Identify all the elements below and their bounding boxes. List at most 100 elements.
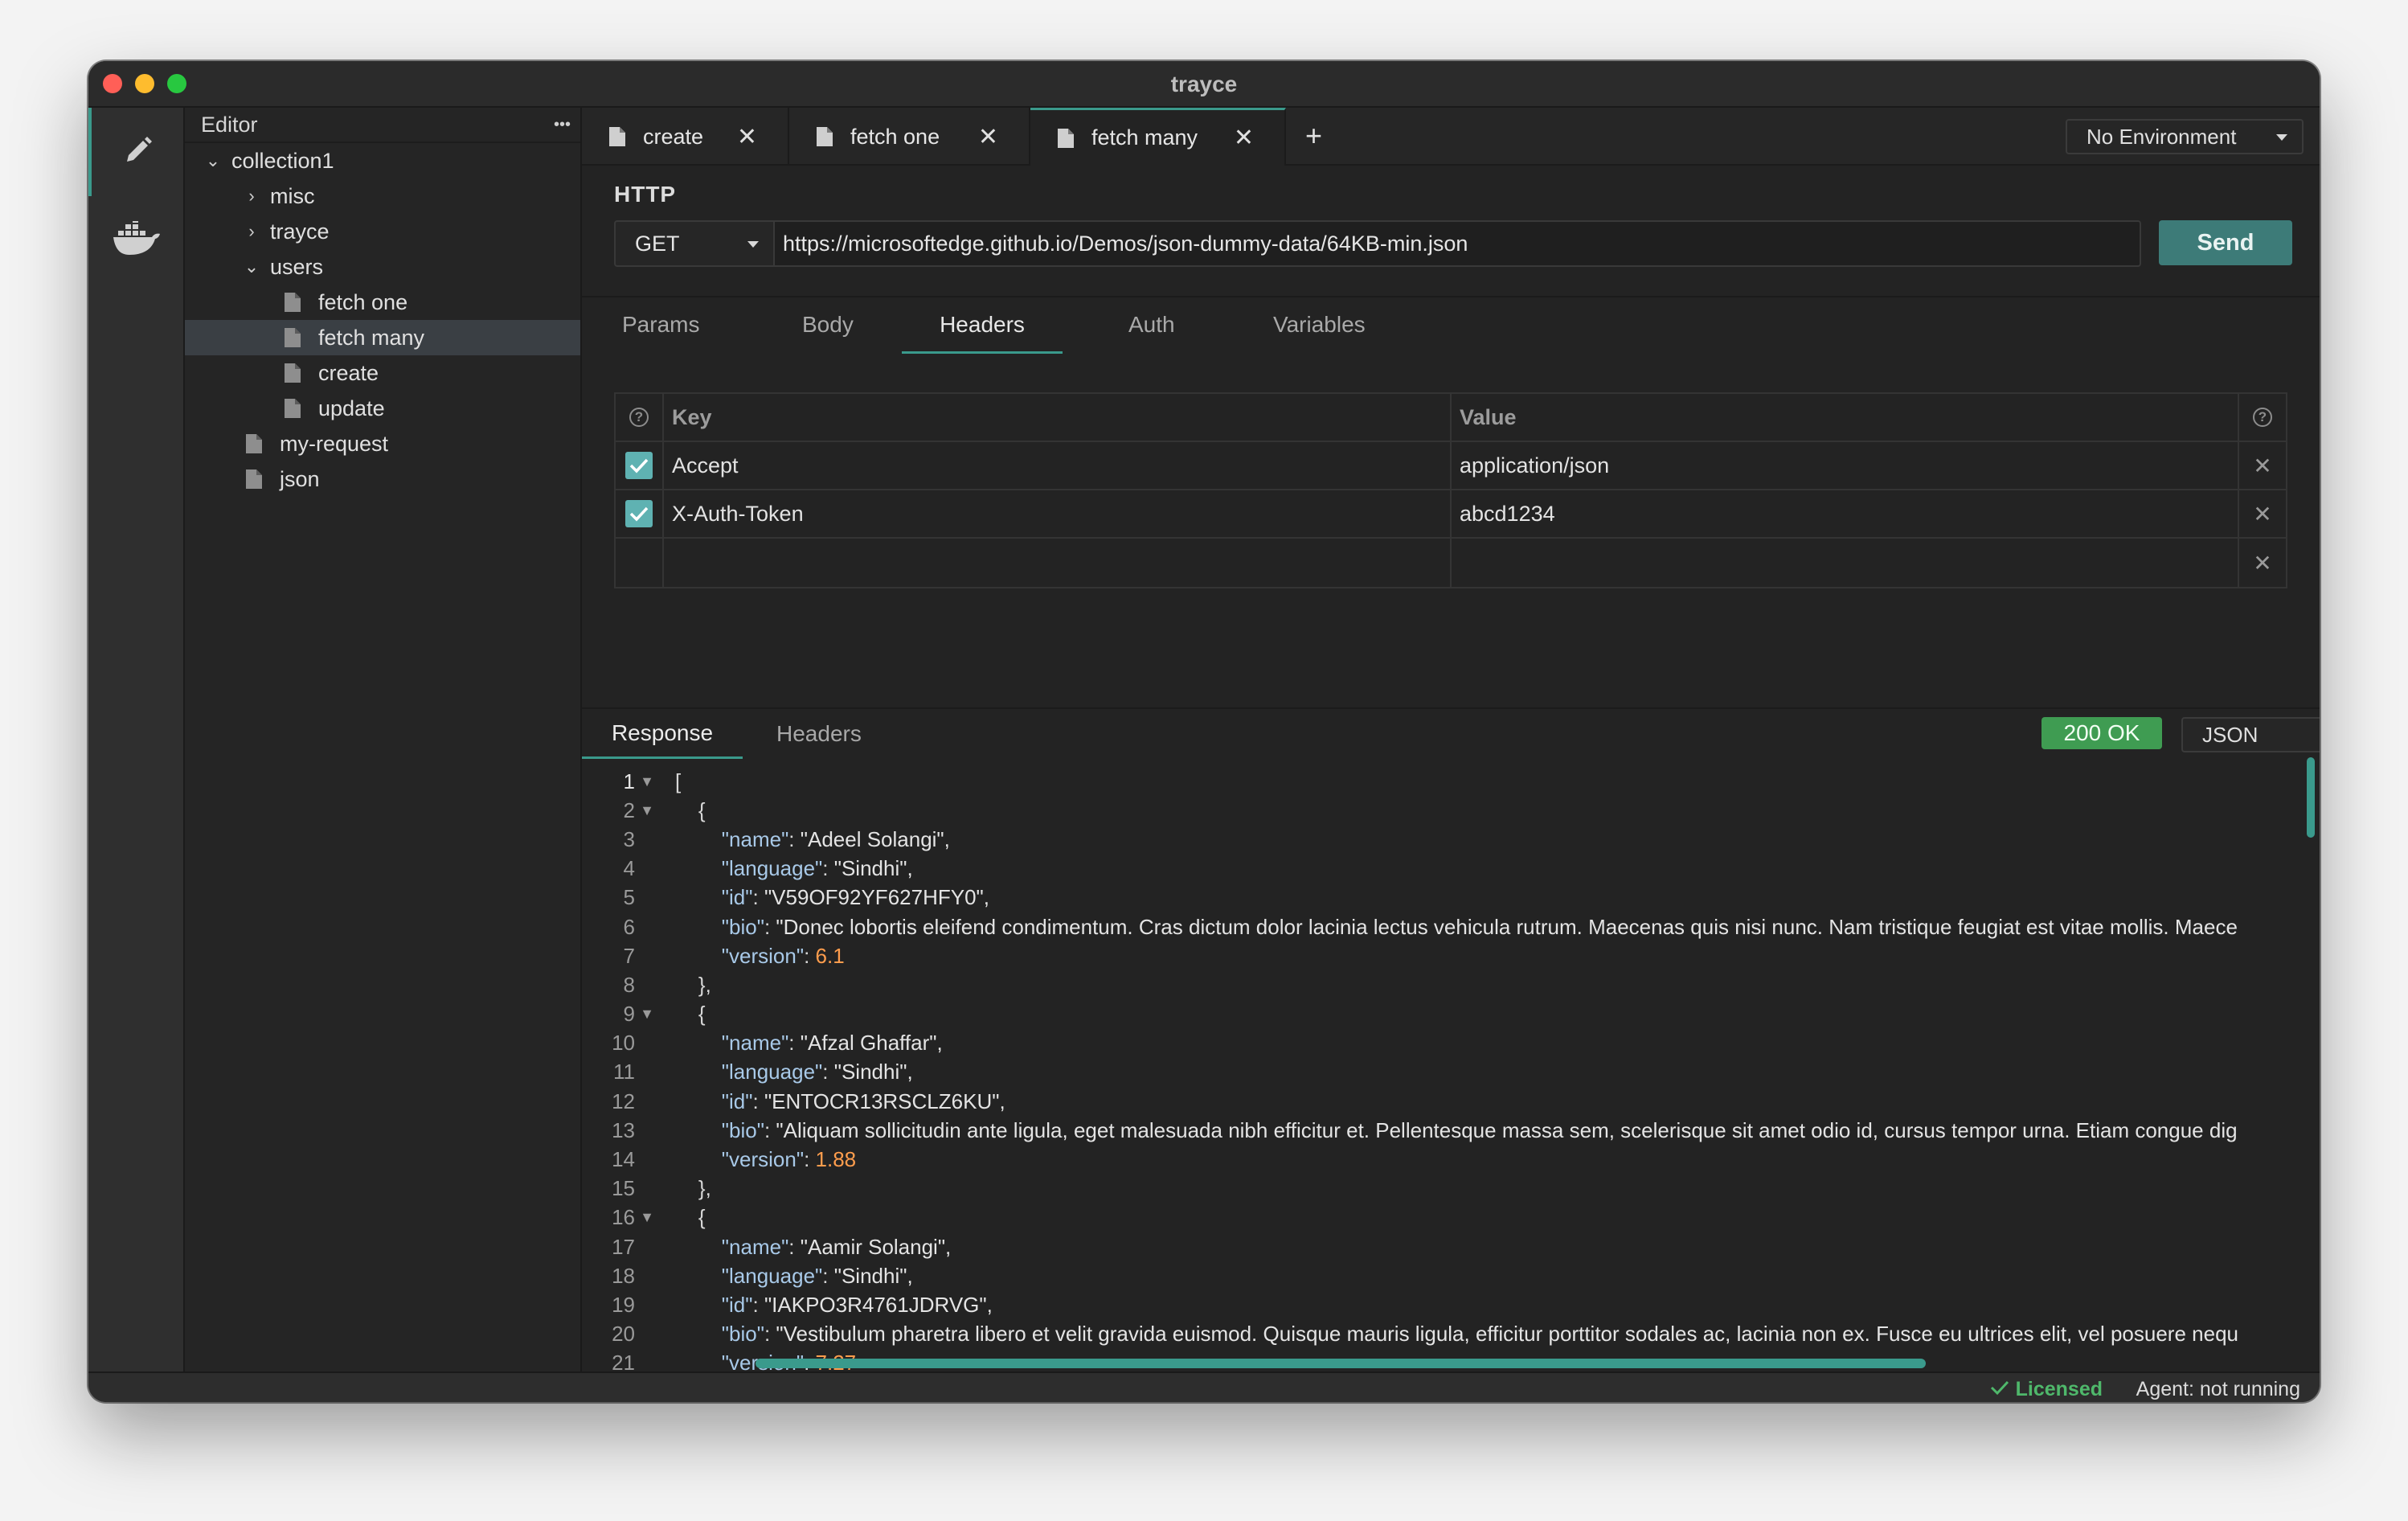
code-line: 7 "version": 6.1 [582, 941, 2320, 970]
main-panel: create ✕ fetch one ✕ fetch many ✕ + No E… [582, 108, 2320, 1371]
header-value-input[interactable]: abcd1234 [1452, 490, 2239, 537]
code-text: "name": "Aamir Solangi", [721, 1234, 952, 1259]
tree-item-my-request[interactable]: my-request [185, 426, 580, 461]
tree-item-create[interactable]: create [185, 355, 580, 391]
header-key-input[interactable]: Accept [664, 442, 1452, 489]
close-icon[interactable]: ✕ [2239, 490, 2286, 537]
code-line: 1 ▼ [ [582, 767, 2320, 796]
close-icon[interactable]: ✕ [978, 123, 998, 151]
code-text: "bio": "Vestibulum pharetra libero et ve… [721, 1322, 2238, 1347]
tree-item-json[interactable]: json [185, 461, 580, 497]
code-text: { [675, 1205, 706, 1230]
close-icon[interactable]: ✕ [2239, 539, 2286, 587]
tree-item-collection1[interactable]: ⌄ collection1 [185, 143, 580, 178]
code-line: 12 "id": "ENTOCR13RSCLZ6KU", [582, 1087, 2320, 1116]
line-number: 6 [623, 914, 635, 939]
fold-toggle-icon[interactable]: ▼ [635, 773, 659, 790]
close-icon[interactable]: ✕ [1234, 124, 1254, 152]
close-icon[interactable]: ✕ [737, 123, 757, 151]
code-line: 11 "language": "Sindhi", [582, 1058, 2320, 1087]
header-value-input[interactable]: application/json [1452, 442, 2239, 489]
file-icon [285, 399, 301, 418]
agent-status: Agent: not running [2136, 1378, 2300, 1400]
tree-item-label: fetch many [318, 325, 425, 350]
docker-activity-button[interactable] [88, 196, 185, 285]
method-select[interactable]: GET [614, 220, 775, 267]
license-label: Licensed [2015, 1378, 2103, 1400]
tree-item-fetch-one[interactable]: fetch one [185, 285, 580, 320]
tree-item-update[interactable]: update [185, 391, 580, 426]
file-icon [609, 127, 625, 146]
tree-item-misc[interactable]: › misc [185, 178, 580, 214]
section-label: HTTP [614, 182, 677, 207]
response-body[interactable]: 1 ▼[2 ▼ {3 "name": "Adeel Solangi", 4 "lang… [582, 767, 2320, 1371]
tab-create[interactable]: create ✕ [582, 108, 789, 166]
help-icon[interactable]: ? [2253, 408, 2272, 427]
header-value-input[interactable] [1452, 539, 2239, 587]
more-options-icon[interactable]: ••• [554, 116, 571, 134]
sidebar-header: Editor ••• [185, 108, 580, 143]
code-line: 16 ▼ { [582, 1203, 2320, 1232]
tab-label: create [643, 124, 704, 149]
tab-fetch-one[interactable]: fetch one ✕ [789, 108, 1030, 166]
horizontal-scrollbar[interactable] [756, 1359, 1926, 1368]
sidebar-title: Editor [201, 112, 258, 137]
file-icon [1058, 128, 1074, 148]
tree-item-users[interactable]: ⌄ users [185, 249, 580, 285]
close-icon[interactable]: ✕ [2239, 442, 2286, 489]
tree-item-trayce[interactable]: › trayce [185, 214, 580, 249]
format-value: JSON [2202, 722, 2259, 747]
tree-item-label: create [318, 360, 379, 385]
tab-bar: create ✕ fetch one ✕ fetch many ✕ + No E… [582, 108, 2320, 166]
tab-params[interactable]: Params [622, 312, 699, 354]
chevron-right-icon: › [248, 186, 255, 206]
tab-auth[interactable]: Auth [1128, 312, 1175, 354]
app-window: trayce Editor ••• ⌄ collection1 › misc ›… [88, 61, 2320, 1402]
header-key-input[interactable] [664, 539, 1452, 587]
tab-fetch-many[interactable]: fetch many ✕ [1030, 108, 1286, 166]
code-text: }, [675, 972, 711, 997]
tree-item-label: fetch one [318, 289, 408, 314]
code-text: "language": "Sindhi", [721, 1060, 913, 1084]
table-row: ✕ [616, 539, 2286, 587]
table-row: Accept application/json ✕ [616, 442, 2286, 490]
editor-activity-button[interactable] [88, 108, 185, 196]
fold-toggle-icon[interactable]: ▼ [635, 802, 659, 819]
url-input[interactable]: https://microsoftedge.github.io/Demos/js… [775, 220, 2141, 267]
code-line: 10 "name": "Afzal Ghaffar", [582, 1029, 2320, 1058]
fold-toggle-icon[interactable]: ▼ [635, 1209, 659, 1226]
title-bar: trayce [88, 61, 2320, 108]
vertical-scrollbar[interactable] [2307, 757, 2315, 838]
code-text: "version": 6.1 [721, 943, 845, 968]
chevron-down-icon: ⌄ [244, 256, 260, 277]
plus-icon[interactable]: + [1305, 119, 1322, 153]
environment-select[interactable]: No Environment [2066, 119, 2304, 154]
code-line: 17 "name": "Aamir Solangi", [582, 1232, 2320, 1261]
code-text: { [675, 1002, 706, 1027]
tab-response-headers[interactable]: Headers [776, 709, 862, 759]
line-number: 15 [612, 1176, 635, 1201]
tab-body[interactable]: Body [802, 312, 854, 354]
header-key-input[interactable]: X-Auth-Token [664, 490, 1452, 537]
tab-headers[interactable]: Headers [902, 312, 1063, 354]
code-line: 4 "language": "Sindhi", [582, 855, 2320, 883]
tab-response[interactable]: Response [582, 709, 743, 759]
format-select[interactable]: JSON [2181, 717, 2320, 752]
tab-variables[interactable]: Variables [1273, 312, 1366, 354]
code-line: 6 "bio": "Donec lobortis eleifend condim… [582, 912, 2320, 941]
line-number: 1 [623, 769, 635, 793]
enabled-checkbox[interactable] [625, 452, 653, 479]
line-number: 5 [623, 885, 635, 910]
pencil-icon [122, 134, 154, 170]
tree-item-fetch-many[interactable]: fetch many [185, 320, 580, 355]
line-number: 20 [612, 1322, 635, 1347]
line-number: 3 [623, 826, 635, 851]
line-number: 4 [623, 856, 635, 881]
fold-toggle-icon[interactable]: ▼ [635, 1006, 659, 1023]
code-text: "bio": "Aliquam sollicitudin ante ligula… [721, 1117, 2238, 1142]
line-number: 2 [623, 797, 635, 822]
tab-label: fetch many [1091, 125, 1198, 150]
help-icon[interactable]: ? [629, 408, 649, 427]
enabled-checkbox[interactable] [625, 500, 653, 527]
send-button[interactable]: Send [2159, 220, 2292, 265]
